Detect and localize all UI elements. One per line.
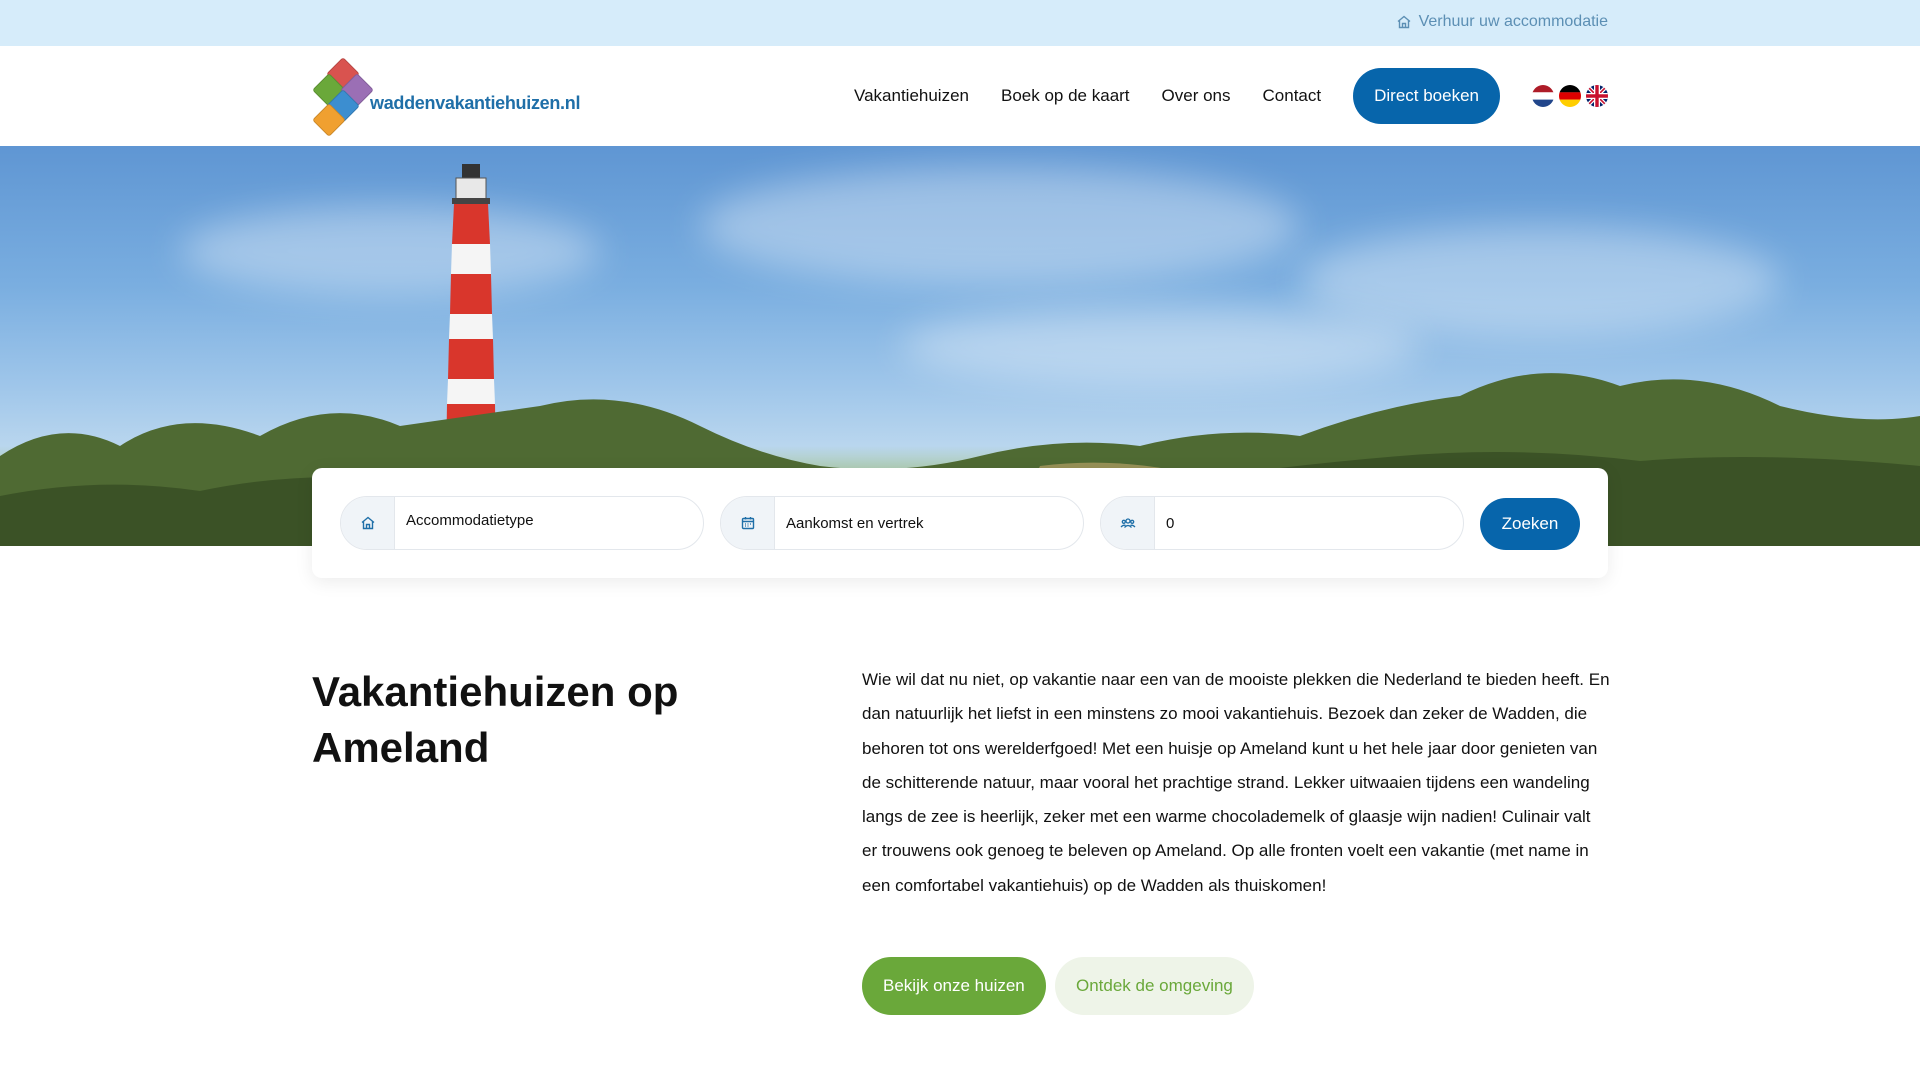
nav-over-ons[interactable]: Over ons xyxy=(1162,86,1231,106)
home-icon-wrap xyxy=(341,497,395,549)
main-nav: Vakantiehuizen Boek op de kaart Over ons… xyxy=(854,68,1608,124)
site-logo[interactable]: waddenvakantiehuizen.nl xyxy=(312,57,580,137)
calendar-icon-wrap xyxy=(721,497,775,549)
home-icon xyxy=(361,516,374,530)
nav-boek-op-de-kaart[interactable]: Boek op de kaart xyxy=(1001,86,1130,106)
home-icon xyxy=(1397,15,1411,29)
users-icon-wrap xyxy=(1101,497,1155,549)
search-button[interactable]: Zoeken xyxy=(1480,498,1580,550)
calendar-icon xyxy=(741,517,754,530)
accommodation-type-select[interactable]: Accommodatietype xyxy=(340,496,704,550)
search-panel: Accommodatietype Aankomst en vertrek 0 Z… xyxy=(312,468,1608,578)
page-title: Vakantiehuizen op Ameland xyxy=(312,668,679,771)
site-header: waddenvakantiehuizen.nl Vakantiehuizen B… xyxy=(0,46,1920,146)
discover-area-button[interactable]: Ontdek de omgeving xyxy=(1055,957,1254,1015)
guests-input[interactable]: 0 xyxy=(1100,496,1464,550)
flag-nl-icon[interactable] xyxy=(1532,85,1554,107)
users-icon xyxy=(1120,518,1135,528)
accommodation-type-value: Accommodatietype xyxy=(406,511,534,529)
language-switcher xyxy=(1532,85,1608,107)
top-bar: Verhuur uw accommodatie xyxy=(0,0,1920,46)
nav-contact[interactable]: Contact xyxy=(1263,86,1322,106)
logo-mark xyxy=(312,57,374,137)
flag-en-icon[interactable] xyxy=(1586,85,1608,107)
view-houses-button[interactable]: Bekijk onze huizen xyxy=(862,957,1046,1015)
rent-out-link-label: Verhuur uw accommodatie xyxy=(1418,13,1608,30)
logo-text: waddenvakantiehuizen.nl xyxy=(370,92,581,113)
direct-book-button[interactable]: Direct boeken xyxy=(1353,68,1500,124)
date-range-input[interactable]: Aankomst en vertrek xyxy=(720,496,1084,550)
rent-out-link[interactable]: Verhuur uw accommodatie xyxy=(1396,13,1608,31)
guests-value: 0 xyxy=(1166,514,1175,532)
nav-vakantiehuizen[interactable]: Vakantiehuizen xyxy=(854,86,969,106)
date-range-value: Aankomst en vertrek xyxy=(786,514,924,532)
intro-text: Wie wil dat nu niet, op vakantie naar ee… xyxy=(862,670,1610,895)
flag-de-icon[interactable] xyxy=(1559,85,1581,107)
